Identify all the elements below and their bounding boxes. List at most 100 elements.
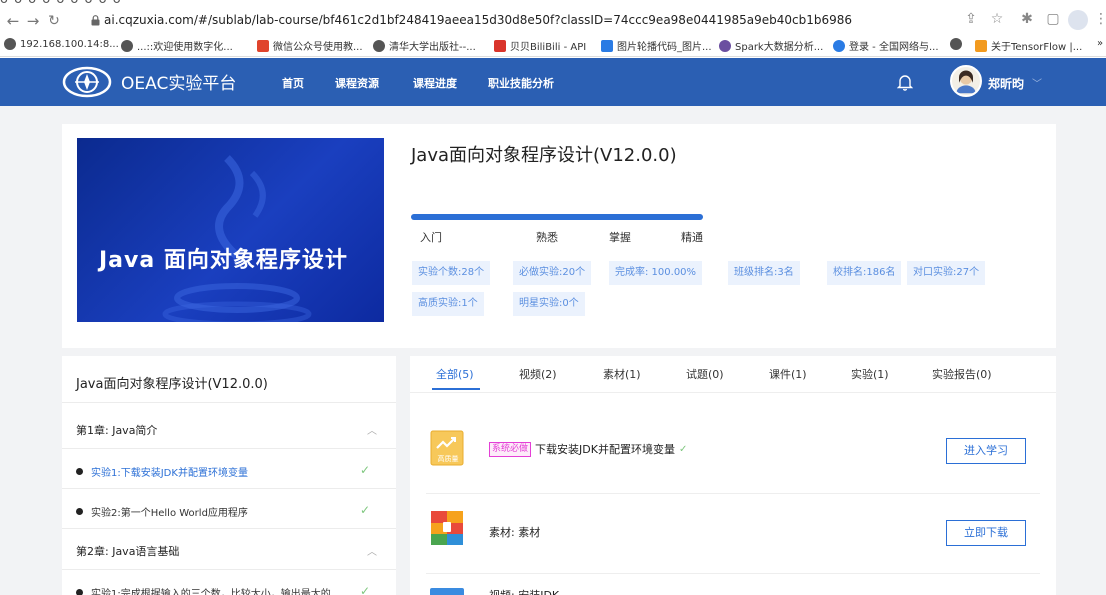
share-icon[interactable]: ⇪ <box>962 11 980 27</box>
chapter-title[interactable]: 第2章: Java语言基础 <box>76 543 179 559</box>
menu-icon[interactable]: ⋮ <box>1092 11 1106 27</box>
quality-label: 高质量 <box>437 455 459 463</box>
divider <box>62 569 396 570</box>
bookmark-item[interactable]: 登录 - 全国网络与... <box>833 38 939 53</box>
course-outline: Java面向对象程序设计(V12.0.0) 第1章: Java简介 ︿ 实验1:… <box>62 356 396 595</box>
course-title: Java面向对象程序设计(V12.0.0) <box>411 145 677 166</box>
tab-report[interactable]: 实验报告(0) <box>932 366 992 382</box>
stat-tag: 明星实验:0个 <box>513 292 585 316</box>
tab-material[interactable]: 素材(1) <box>603 366 641 382</box>
required-badge: 系统必做 <box>489 441 532 457</box>
stat-tag: 对口实验:27个 <box>907 261 986 285</box>
download-button[interactable]: 立即下载 <box>946 520 1026 546</box>
divider <box>62 528 396 529</box>
tab-all[interactable]: 全部(5) <box>436 366 474 382</box>
level-label: 精通 <box>681 231 703 244</box>
course-cover[interactable]: Java 面向对象程序设计 <box>77 138 384 322</box>
bookmark-favicon-icon <box>601 39 613 52</box>
chevron-up-icon[interactable]: ︿ <box>367 422 377 437</box>
bookmarks-more[interactable]: » <box>1097 38 1103 49</box>
progress-fill <box>411 214 703 220</box>
resource-item: 视频: 安装JDK <box>426 584 1040 595</box>
star-icon[interactable]: ☆ <box>988 11 1006 27</box>
lesson-item[interactable]: 实验1:下载安装JDK并配置环境变量 <box>76 464 248 479</box>
sidepanel-icon[interactable]: ▢ <box>1044 11 1062 27</box>
divider <box>62 402 396 403</box>
bullet-icon <box>76 468 83 475</box>
nav-course-resources[interactable]: 课程资源 <box>335 75 379 91</box>
enter-study-button[interactable]: 进入学习 <box>946 438 1026 464</box>
tensorflow-icon <box>975 39 987 52</box>
stat-tag: 必做实验:20个 <box>513 261 592 285</box>
nav-home[interactable]: 首页 <box>282 75 304 91</box>
globe-icon <box>121 39 133 52</box>
bookmark-item[interactable]: Spark大数据分析... <box>719 38 823 53</box>
check-icon: ✓ <box>360 463 371 477</box>
bookmark-item[interactable]: 图片轮播代码_图片... <box>601 38 712 53</box>
bookmark-item[interactable]: 清华大学出版社--... <box>373 38 476 53</box>
progress-bar <box>411 214 703 220</box>
globe-icon <box>373 39 385 52</box>
archive-file-icon <box>431 511 463 545</box>
resource-item: 高质量 系统必做 下载安装JDK并配置环境变量 ✓ 进入学习 <box>426 428 1040 468</box>
user-avatar[interactable] <box>950 65 982 97</box>
divider <box>410 392 1056 393</box>
globe-icon <box>950 38 962 50</box>
divider <box>62 448 396 449</box>
user-name[interactable]: 郑昕昀 <box>988 75 1024 92</box>
resource-title[interactable]: 素材: 素材 <box>489 524 540 540</box>
resource-title: 下载安装JDK并配置环境变量 <box>535 443 675 456</box>
lock-icon <box>91 15 100 26</box>
bookmark-item[interactable]: 192.168.100.14:8... <box>4 38 119 50</box>
bookmark-favicon-icon <box>719 39 731 52</box>
brand-name[interactable]: OEAC实验平台 <box>121 69 236 94</box>
chapter-title[interactable]: 第1章: Java简介 <box>76 422 157 438</box>
bookmark-item[interactable]: 贝贝BiliBili - API <box>494 38 586 53</box>
cutoff-top-text: o o o o o o o o o <box>0 0 122 8</box>
java-cup-icon <box>162 155 312 322</box>
bookmark-item[interactable]: 微信公众号使用教... <box>257 38 363 53</box>
page-root: o o o o o o o o o ← → ↻ ai.cqzuxia.com/#… <box>0 0 1106 595</box>
url-text[interactable]: ai.cqzuxia.com/#/sublab/lab-course/bf461… <box>104 13 852 27</box>
profile-icon[interactable] <box>1068 10 1088 30</box>
back-icon[interactable]: ← <box>4 10 22 33</box>
site-navbar: OEAC实验平台 首页 课程资源 课程进度 职业技能分析 郑昕昀 ﹀ <box>0 58 1106 106</box>
nav-skill-analysis[interactable]: 职业技能分析 <box>488 75 554 91</box>
bullet-icon <box>76 508 83 515</box>
bilibili-icon <box>494 39 506 52</box>
forward-icon[interactable]: → <box>24 10 42 33</box>
chevron-up-icon[interactable]: ︿ <box>367 543 377 558</box>
divider <box>426 573 1040 574</box>
active-tab-indicator <box>432 388 480 390</box>
divider <box>426 493 1040 494</box>
level-label: 入门 <box>420 231 442 244</box>
bookmark-item[interactable]: ...::欢迎使用数字化... <box>121 38 233 53</box>
chevron-down-icon[interactable]: ﹀ <box>1032 75 1042 90</box>
resource-item: 素材: 素材 立即下载 <box>426 506 1040 550</box>
bookmark-item[interactable]: 关于TensorFlow |... <box>975 38 1082 53</box>
bookmarks-bar: 192.168.100.14:8... ...::欢迎使用数字化... 微信公众… <box>0 35 1106 57</box>
check-icon: ✓ <box>360 503 371 517</box>
lesson-item[interactable]: 实验1:完成根据输入的三个数，比较大小，输出最大的 <box>76 585 331 595</box>
bookmark-favicon-icon <box>833 39 845 52</box>
logo-icon[interactable] <box>62 65 112 99</box>
bookmark-item[interactable] <box>950 38 966 50</box>
tab-quiz[interactable]: 试题(0) <box>686 366 724 382</box>
tab-courseware[interactable]: 课件(1) <box>769 366 807 382</box>
check-icon: ✓ <box>360 584 371 595</box>
resource-panel: 全部(5) 视频(2) 素材(1) 试题(0) 课件(1) 实验(1) 实验报告… <box>410 356 1056 595</box>
extensions-icon[interactable]: ✱ <box>1018 11 1036 27</box>
bookmark-favicon-icon <box>257 39 269 52</box>
stat-tag: 校排名:186名 <box>827 261 902 285</box>
lesson-item[interactable]: 实验2:第一个Hello World应用程序 <box>76 504 248 519</box>
check-icon: ✓ <box>678 443 688 455</box>
tab-experiment[interactable]: 实验(1) <box>851 366 889 382</box>
nav-course-progress[interactable]: 课程进度 <box>413 75 457 91</box>
tab-video[interactable]: 视频(2) <box>519 366 557 382</box>
reload-icon[interactable]: ↻ <box>45 10 63 33</box>
resource-title[interactable]: 视频: 安装JDK <box>489 587 559 595</box>
address-bar: ← → ↻ ai.cqzuxia.com/#/sublab/lab-course… <box>0 10 1106 33</box>
bell-icon[interactable] <box>897 73 913 91</box>
outline-title: Java面向对象程序设计(V12.0.0) <box>76 377 268 392</box>
resource-title-row[interactable]: 系统必做 下载安装JDK并配置环境变量 ✓ <box>489 441 687 457</box>
